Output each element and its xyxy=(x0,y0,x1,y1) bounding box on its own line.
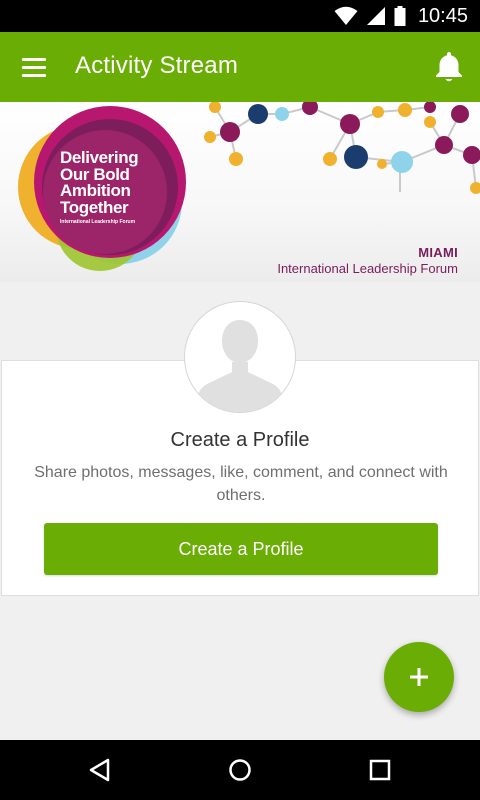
status-time: 10:45 xyxy=(417,4,468,27)
card-title: Create a Profile xyxy=(170,429,310,451)
bell-icon[interactable] xyxy=(430,48,468,86)
page-title: Activity Stream xyxy=(75,52,239,79)
card-description: Share photos, messages, like, comment, a… xyxy=(34,464,448,504)
plus-icon xyxy=(410,668,428,686)
add-post-button[interactable] xyxy=(384,642,454,712)
event-banner: Delivering Our Bold Ambition Together In… xyxy=(0,102,480,282)
banner-logo: Delivering Our Bold Ambition Together xyxy=(60,149,172,217)
recents-icon[interactable] xyxy=(365,755,395,785)
default-avatar-icon[interactable] xyxy=(184,301,296,413)
create-profile-button[interactable]: Create a Profile xyxy=(44,523,438,575)
signal-icon xyxy=(366,7,385,25)
back-icon[interactable] xyxy=(85,755,115,785)
battery-icon xyxy=(394,6,406,26)
app-bar: Activity Stream xyxy=(0,32,480,102)
status-bar: 10:45 xyxy=(0,0,480,32)
banner-logo-line: Together xyxy=(60,197,129,217)
wifi-icon xyxy=(334,6,358,25)
banner-logo-subtitle: International Leadership Forum xyxy=(60,219,136,225)
banner-forum-name: International Leadership Forum xyxy=(277,261,458,276)
home-icon[interactable] xyxy=(225,755,255,785)
system-navigation-bar xyxy=(0,740,480,800)
hamburger-menu-icon[interactable] xyxy=(14,52,56,82)
banner-city: MIAMI xyxy=(418,245,458,260)
